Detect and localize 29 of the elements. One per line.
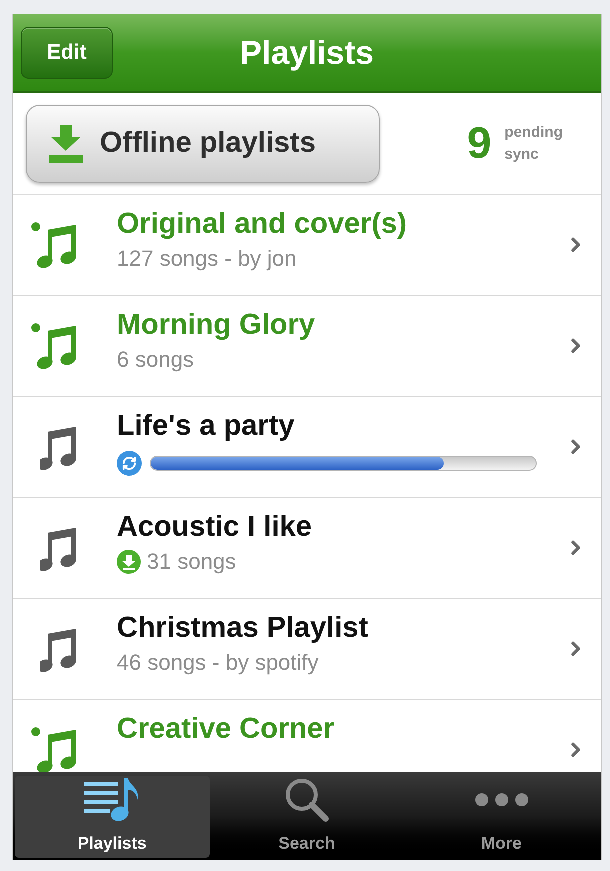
playlist-title: Creative Corner bbox=[117, 712, 335, 746]
tab-item[interactable]: Playlists bbox=[15, 776, 210, 858]
playlist-row[interactable]: Life's a party bbox=[13, 397, 601, 498]
edit-button[interactable]: Edit bbox=[21, 26, 113, 78]
playlist-row[interactable]: Christmas Playlist 46 songs - by spotify bbox=[13, 599, 601, 700]
more-dots-icon bbox=[474, 793, 529, 808]
screen-title: Playlists bbox=[240, 32, 374, 73]
tab-item[interactable]: Search bbox=[210, 776, 404, 858]
search-icon bbox=[284, 778, 329, 822]
playlist-title: Morning Glory bbox=[117, 308, 316, 342]
playlist-subtitle: 6 songs bbox=[117, 346, 194, 374]
playlist-row[interactable]: Morning Glory 6 songs bbox=[13, 296, 601, 397]
playlist-row[interactable]: Acoustic I like 31 songs bbox=[13, 498, 601, 599]
list-with-note-icon bbox=[84, 778, 140, 822]
pending-sync-label: pending sync bbox=[504, 122, 563, 164]
playlist-title: Life's a party bbox=[117, 409, 295, 443]
download-tray-icon bbox=[49, 124, 83, 162]
tab-item[interactable]: More bbox=[404, 776, 599, 858]
sync-icon bbox=[117, 451, 142, 476]
playlist-title: Acoustic I like bbox=[117, 510, 312, 544]
playlist-subtitle: 127 songs - by jon bbox=[117, 245, 297, 273]
download-circle-icon bbox=[117, 550, 141, 574]
playlist-subtitle: 31 songs bbox=[147, 548, 236, 576]
playlist-subtitle: 46 songs - by spotify bbox=[117, 649, 319, 677]
offline-playlists-button[interactable]: Offline playlists bbox=[26, 104, 380, 182]
pending-count: 9 bbox=[467, 118, 492, 168]
playlist-row[interactable]: Original and cover(s) 127 songs - by jon bbox=[13, 195, 601, 296]
playlist-title: Christmas Playlist bbox=[117, 611, 368, 645]
playlist-title: Original and cover(s) bbox=[117, 207, 408, 241]
